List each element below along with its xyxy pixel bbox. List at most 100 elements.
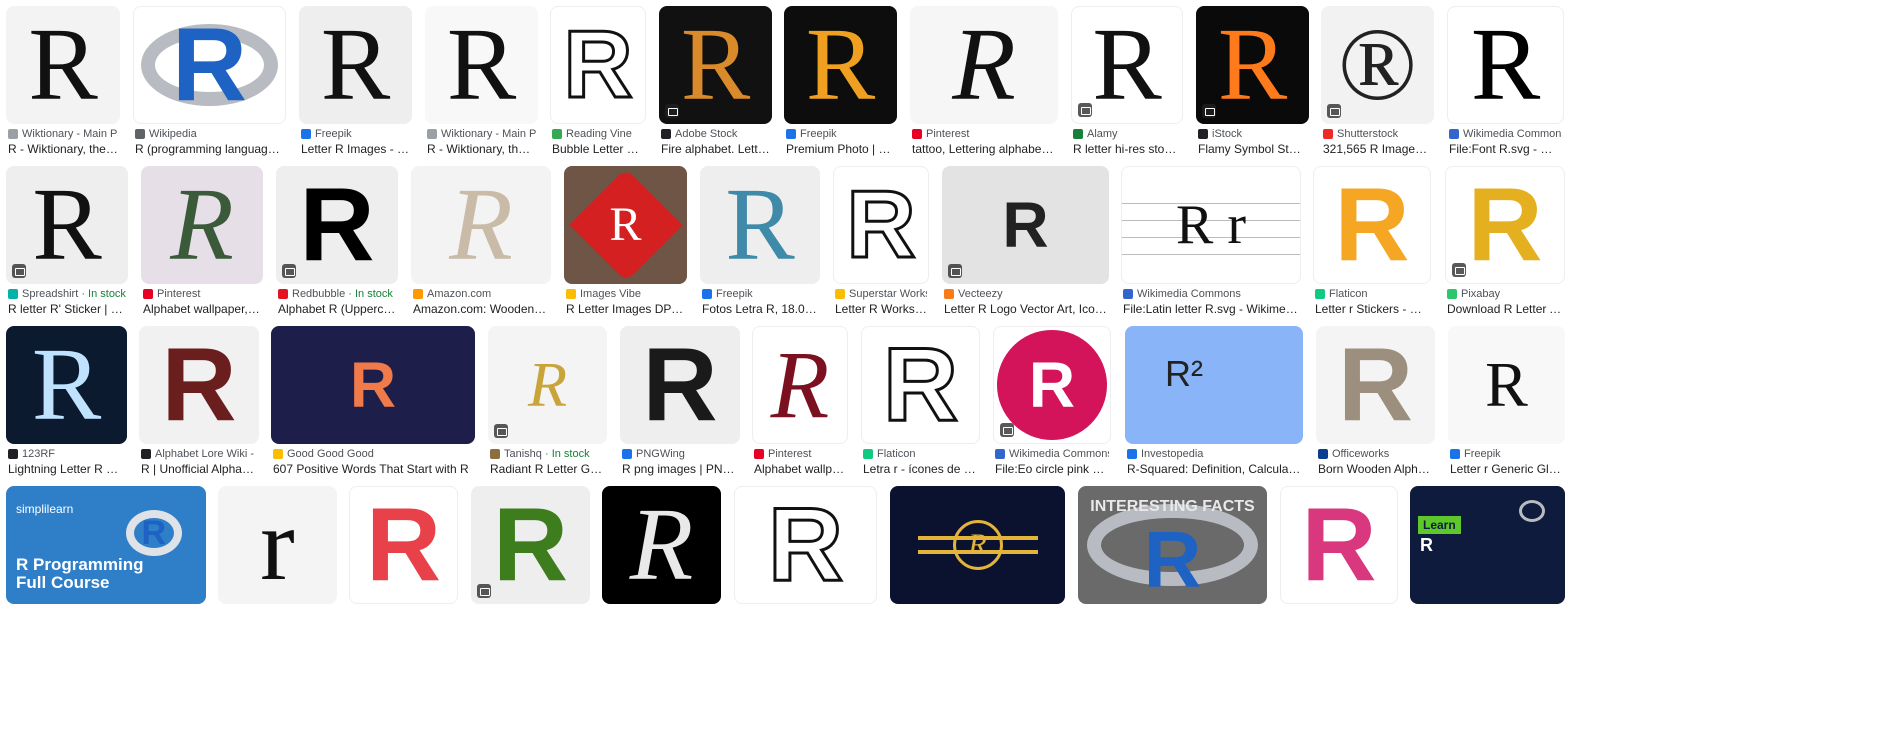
thumbnail[interactable]: R xyxy=(141,166,263,284)
image-result[interactable]: R INTERESTING FACTS xyxy=(1078,486,1267,604)
thumbnail[interactable]: R xyxy=(488,326,607,444)
thumbnail[interactable]: R INTERESTING FACTS xyxy=(1078,486,1267,604)
result-title[interactable]: Fotos Letra R, 18.000+ fo... xyxy=(702,302,818,316)
thumbnail[interactable]: R Learn xyxy=(1410,486,1565,604)
result-source[interactable]: Reading Vine xyxy=(552,128,644,140)
result-source[interactable]: Flaticon xyxy=(1315,288,1429,300)
result-title[interactable]: R-Squared: Definition, Calculation ... xyxy=(1127,462,1301,476)
thumbnail[interactable]: RR Programming Full CoursesimplilearnR xyxy=(6,486,206,604)
thumbnail[interactable]: R xyxy=(1313,166,1431,284)
result-source[interactable]: Freepik xyxy=(786,128,895,140)
image-result[interactable]: R Wikipedia R (programming language) - Wik… xyxy=(133,6,286,164)
image-result[interactable]: R Tanishq · In stock Radiant R Letter Gold… xyxy=(488,326,607,484)
image-result[interactable]: R Pixabay Download R Letter Alpha... xyxy=(1445,166,1565,324)
image-result[interactable]: R Wiktionary - Main Page R - Wiktionary, t… xyxy=(6,6,120,164)
image-result[interactable]: r xyxy=(218,486,337,604)
thumbnail[interactable]: R xyxy=(6,6,120,124)
image-result[interactable]: R Pinterest Alphabet wallpaper,... xyxy=(752,326,848,484)
thumbnail[interactable]: R xyxy=(133,6,286,124)
image-result[interactable]: R Flaticon Letter r Stickers - Free ed... xyxy=(1313,166,1431,324)
result-source[interactable]: Freepik xyxy=(702,288,818,300)
result-title[interactable]: Alphabet wallpaper,... xyxy=(754,462,846,476)
image-result[interactable]: R Pinterest tattoo, Lettering alphabet fon… xyxy=(910,6,1058,164)
image-result[interactable]: R xyxy=(349,486,458,604)
result-source[interactable]: Alamy xyxy=(1073,128,1181,140)
image-result[interactable]: R Officeworks Born Wooden Alphabet L... xyxy=(1316,326,1435,484)
result-source[interactable]: Amazon.com xyxy=(413,288,549,300)
result-source[interactable]: Flaticon xyxy=(863,448,978,460)
result-source[interactable]: Good Good Good xyxy=(273,448,473,460)
thumbnail[interactable]: R xyxy=(734,486,877,604)
result-source[interactable]: Images Vibe xyxy=(566,288,685,300)
image-result[interactable]: R Alamy R letter hi-res stock pho... xyxy=(1071,6,1183,164)
thumbnail[interactable]: R xyxy=(910,6,1058,124)
image-result[interactable]: RiStock Flamy Symbol Stock Ph... xyxy=(1196,6,1309,164)
result-source[interactable]: Officeworks xyxy=(1318,448,1433,460)
result-source[interactable]: Redbubble · In stock xyxy=(278,288,396,300)
image-result[interactable]: R Superstar Worksheets Letter R Worksheet.… xyxy=(833,166,929,324)
thumbnail[interactable]: R xyxy=(425,6,538,124)
result-title[interactable]: File:Eo circle pink white l... xyxy=(995,462,1109,476)
result-title[interactable]: Letter R Logo Vector Art, Icons, and ... xyxy=(944,302,1107,316)
result-title[interactable]: Lightning Letter R Stock ... xyxy=(8,462,125,476)
result-title[interactable]: Download R Letter Alpha... xyxy=(1447,302,1563,316)
result-title[interactable]: File:Font R.svg - Wikimed... xyxy=(1449,142,1562,156)
result-title[interactable]: Radiant R Letter Gold Pe... xyxy=(490,462,605,476)
result-source[interactable]: Wikimedia Commons xyxy=(1449,128,1562,140)
thumbnail[interactable]: R xyxy=(276,166,398,284)
thumbnail[interactable]: R xyxy=(6,166,128,284)
image-result[interactable]: R Alphabet Lore Wiki - Fando... R | Unoffi… xyxy=(139,326,259,484)
result-title[interactable]: Alphabet R (Uppercase let... xyxy=(278,302,396,316)
thumbnail[interactable]: R xyxy=(784,6,897,124)
result-title[interactable]: R png images | PNGWing xyxy=(622,462,738,476)
result-title[interactable]: Premium Photo | Fire al... xyxy=(786,142,895,156)
result-title[interactable]: Born Wooden Alphabet L... xyxy=(1318,462,1433,476)
thumbnail[interactable]: R xyxy=(1316,326,1435,444)
result-source[interactable]: Shutterstock xyxy=(1323,128,1432,140)
thumbnail[interactable]: R xyxy=(1280,486,1398,604)
image-result[interactable]: R Freepik Fotos Letra R, 18.000+ fo... xyxy=(700,166,820,324)
image-result[interactable]: R Pinterest Alphabet wallpaper, Stylis... xyxy=(141,166,263,324)
result-source[interactable]: 123RF xyxy=(8,448,125,460)
thumbnail[interactable]: R xyxy=(602,486,721,604)
result-source[interactable]: Superstar Worksheets xyxy=(835,288,927,300)
thumbnail[interactable]: R r xyxy=(1121,166,1301,284)
thumbnail[interactable]: R xyxy=(1447,6,1564,124)
image-result[interactable]: R Adobe Stock Fire alphabet. Letter R. ... xyxy=(659,6,772,164)
image-result[interactable]: R Good Good Good 607 Positive Words That S… xyxy=(271,326,475,484)
thumbnail[interactable]: R xyxy=(1448,326,1565,444)
image-result[interactable]: R Amazon.com Amazon.com: Wooden Monog... xyxy=(411,166,551,324)
result-source[interactable]: Wiktionary - Main Page xyxy=(8,128,118,140)
thumbnail[interactable]: R xyxy=(942,166,1109,284)
thumbnail[interactable]: R xyxy=(411,166,551,284)
result-title[interactable]: Letter R Worksheet... xyxy=(835,302,927,316)
result-title[interactable]: R (programming language) - Wiki... xyxy=(135,142,284,156)
image-result[interactable]: R xyxy=(602,486,721,604)
image-result[interactable]: R PNGWing R png images | PNGWing xyxy=(620,326,740,484)
image-result[interactable]: RR Programming Full CoursesimplilearnR xyxy=(6,486,206,604)
result-title[interactable]: R - Wiktionary, the free ... xyxy=(8,142,118,156)
result-source[interactable]: Alphabet Lore Wiki - Fando... xyxy=(141,448,257,460)
thumbnail[interactable]: R xyxy=(6,326,127,444)
thumbnail[interactable]: R xyxy=(752,326,848,444)
result-title[interactable]: Bubble Letter R | 19... xyxy=(552,142,644,156)
result-source[interactable]: Wiktionary - Main Page xyxy=(427,128,536,140)
result-source[interactable]: Investopedia xyxy=(1127,448,1301,460)
thumbnail[interactable]: ® xyxy=(1321,6,1434,124)
result-title[interactable]: R | Unofficial Alphabet Lo... xyxy=(141,462,257,476)
thumbnail[interactable]: R xyxy=(139,326,259,444)
thumbnail[interactable]: R xyxy=(564,166,687,284)
thumbnail[interactable]: R² xyxy=(1125,326,1303,444)
result-source[interactable]: Wikimedia Commons xyxy=(995,448,1109,460)
image-result[interactable]: R xyxy=(890,486,1065,604)
result-source[interactable]: Adobe Stock xyxy=(661,128,770,140)
image-result[interactable]: R Freepik Premium Photo | Fire al... xyxy=(784,6,897,164)
image-result[interactable]: R Reading Vine Bubble Letter R | 19... xyxy=(550,6,646,164)
image-result[interactable]: R Images Vibe R Letter Images DP for W... xyxy=(564,166,687,324)
result-title[interactable]: Alphabet wallpaper, Stylis... xyxy=(143,302,261,316)
result-source[interactable]: Pixabay xyxy=(1447,288,1563,300)
result-title[interactable]: R letter R' Sticker | Spread... xyxy=(8,302,126,316)
result-title[interactable]: Amazon.com: Wooden Monog... xyxy=(413,302,549,316)
image-result[interactable]: R Redbubble · In stock Alphabet R (Upperca… xyxy=(276,166,398,324)
result-title[interactable]: 321,565 R Images, Stoc... xyxy=(1323,142,1432,156)
